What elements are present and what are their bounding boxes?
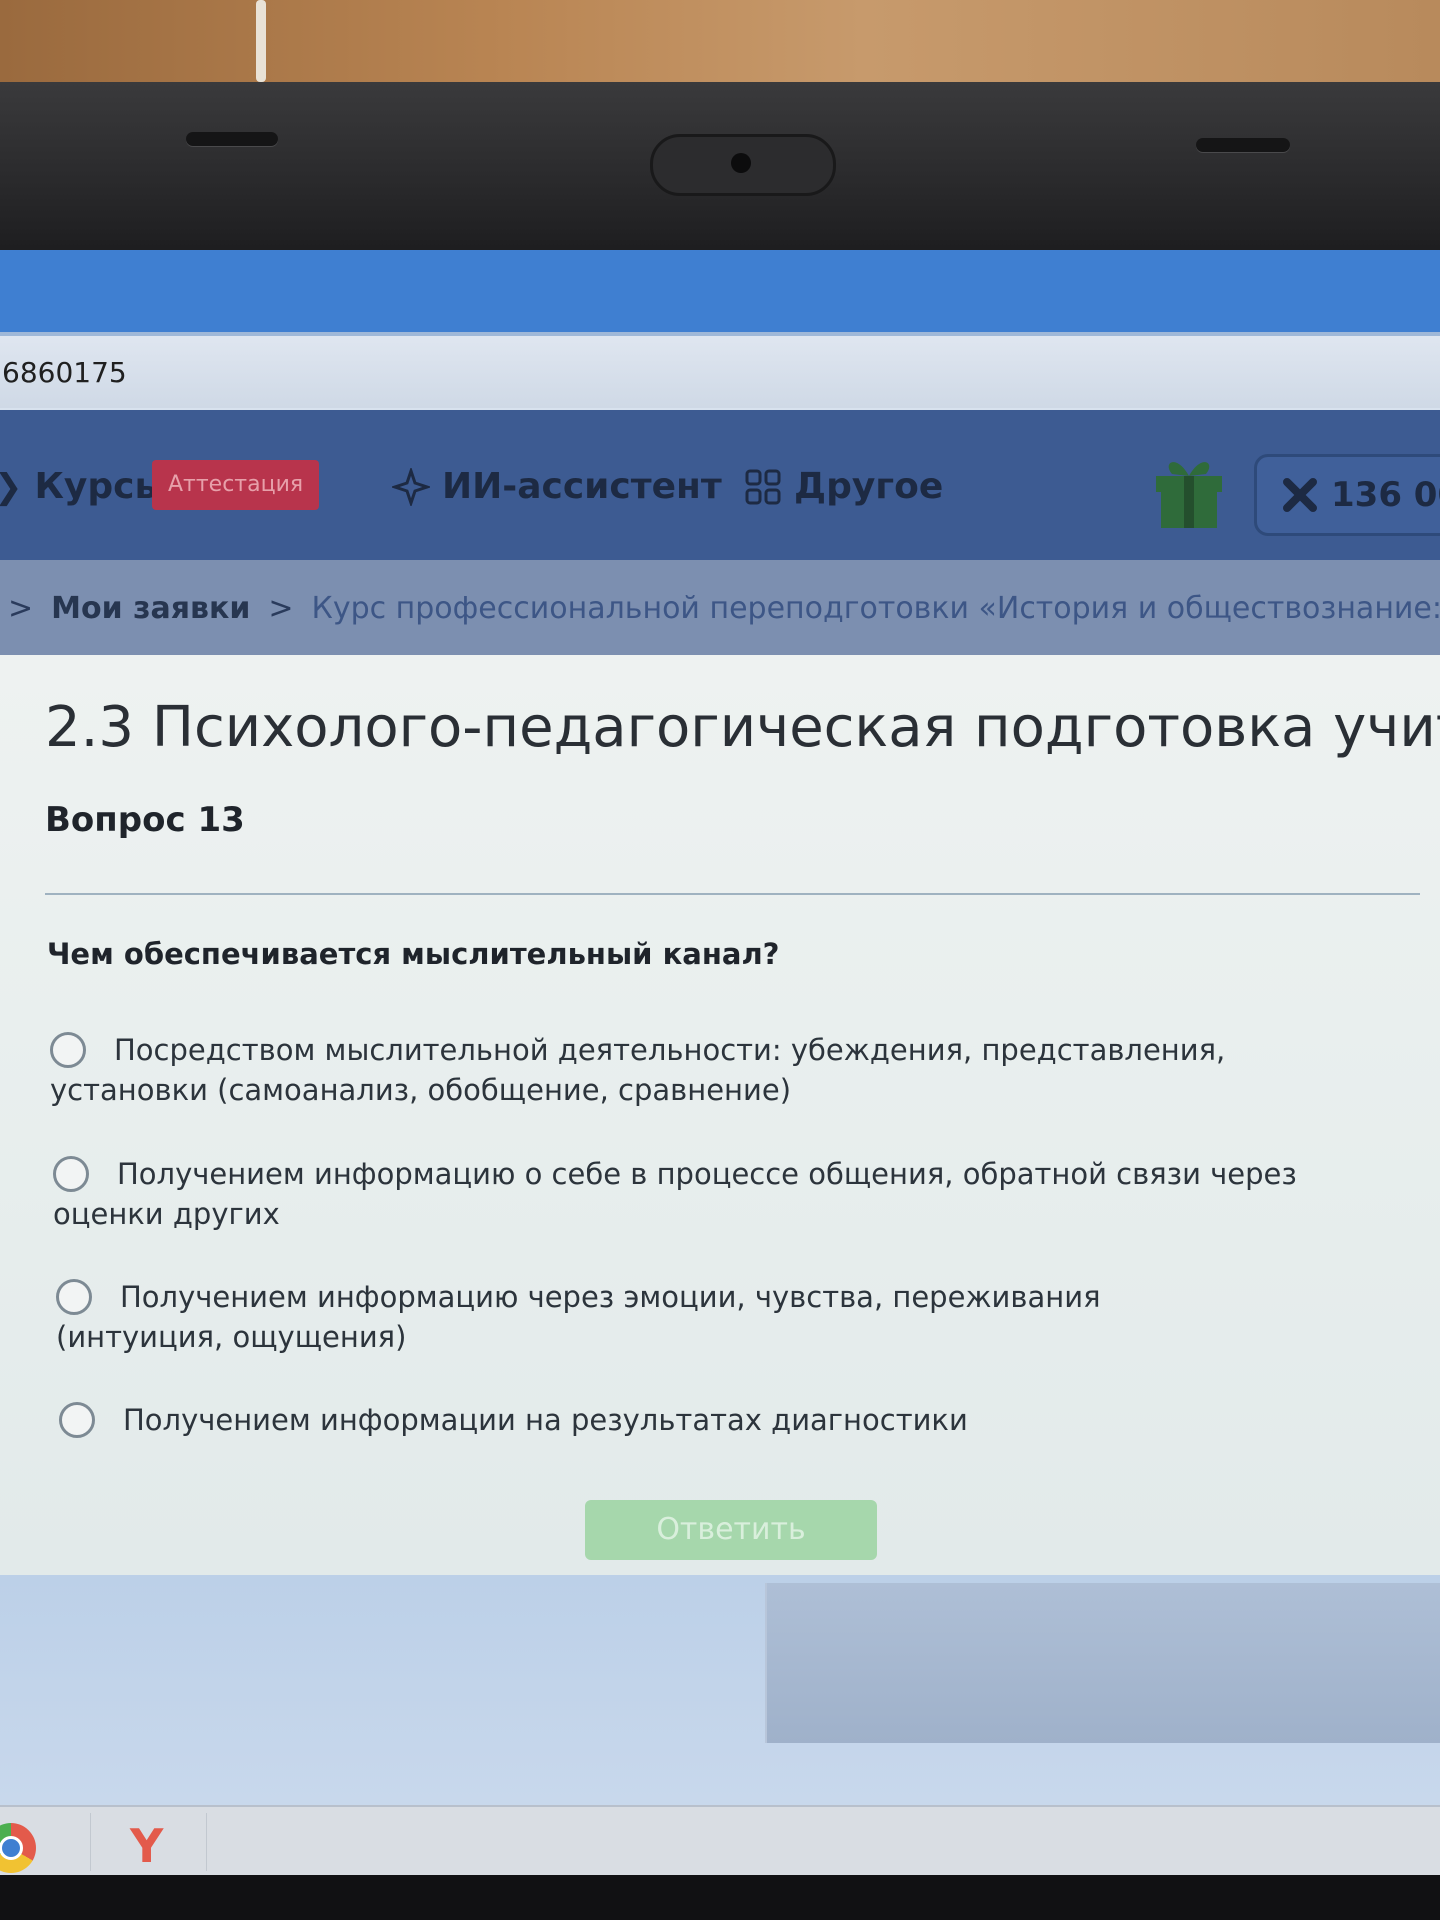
nav-ai-assistant[interactable]: ИИ-ассистент bbox=[392, 466, 722, 507]
yandex-browser-icon: Y bbox=[130, 1819, 164, 1873]
coins-balance[interactable]: 136 00 bbox=[1254, 454, 1440, 536]
nav-other-label: Другое bbox=[794, 466, 944, 507]
answer-option-text: Получением информацию через эмоции, чувс… bbox=[56, 1280, 1101, 1354]
answer-option-text: Посредством мыслительной деятельности: у… bbox=[50, 1033, 1226, 1107]
chevron-right-icon: > bbox=[8, 590, 34, 626]
webcam bbox=[650, 134, 836, 196]
nav-courses[interactable]: ❯ Курсы bbox=[0, 466, 167, 507]
browser-tab-strip bbox=[0, 250, 1440, 332]
nav-other[interactable]: Другое bbox=[744, 466, 943, 507]
page-lower-area bbox=[0, 1575, 1440, 1805]
breadcrumb-my-applications[interactable]: Мои заявки bbox=[51, 591, 250, 626]
submit-button[interactable]: Ответить bbox=[585, 1500, 877, 1560]
coin-icon bbox=[1283, 478, 1317, 512]
chevron-right-icon: > bbox=[268, 590, 294, 626]
screen: 6860175 ❯ Курсы Аттестация ИИ-ассистент … bbox=[0, 250, 1440, 1875]
address-text[interactable]: 6860175 bbox=[2, 356, 127, 389]
nav-courses-label: Курсы bbox=[34, 466, 168, 507]
breadcrumb-course[interactable]: Курс профессиональной переподготовки «Ис… bbox=[312, 591, 1440, 626]
chrome-icon bbox=[0, 1823, 36, 1873]
bezel-mark-right bbox=[1196, 138, 1290, 152]
breadcrumb: > Мои заявки > Курс профессиональной пер… bbox=[0, 560, 1440, 656]
sparkle-icon bbox=[392, 467, 430, 506]
answer-option[interactable]: Получением информации на результатах диа… bbox=[59, 1400, 1389, 1440]
answer-option-text: Получением информации на результатах диа… bbox=[123, 1403, 968, 1437]
chevron-right-icon: ❯ bbox=[0, 467, 23, 507]
bezel-mark-left bbox=[186, 132, 278, 146]
gift-icon[interactable] bbox=[1152, 450, 1226, 530]
cable bbox=[256, 0, 266, 82]
laptop-bezel-bottom bbox=[0, 1875, 1440, 1920]
attestation-badge[interactable]: Аттестация bbox=[152, 460, 320, 510]
answer-option[interactable]: Посредством мыслительной деятельности: у… bbox=[50, 1030, 1380, 1110]
answer-option[interactable]: Получением информацию через эмоции, чувс… bbox=[56, 1277, 1256, 1357]
nav-ai-assistant-label: ИИ-ассистент bbox=[442, 466, 722, 507]
background-wall bbox=[0, 0, 1440, 92]
question-number: Вопрос 13 bbox=[45, 800, 245, 840]
page-title: 2.3 Психолого-педагогическая подготовка … bbox=[45, 695, 1440, 760]
radio-button[interactable] bbox=[50, 1032, 86, 1068]
radio-button[interactable] bbox=[56, 1279, 92, 1315]
video-preview[interactable] bbox=[765, 1583, 1440, 1743]
taskbar: Y bbox=[0, 1805, 1440, 1875]
radio-button[interactable] bbox=[53, 1156, 89, 1192]
answer-option-text: Получением информацию о себе в процессе … bbox=[53, 1157, 1297, 1231]
quiz-panel: 2.3 Психолого-педагогическая подготовка … bbox=[0, 655, 1440, 1575]
taskbar-chrome[interactable] bbox=[0, 1813, 91, 1873]
webcam-lens bbox=[731, 153, 751, 173]
answer-option[interactable]: Получением информацию о себе в процессе … bbox=[53, 1154, 1383, 1234]
grid-icon bbox=[745, 469, 781, 504]
taskbar-yandex[interactable]: Y bbox=[90, 1813, 207, 1873]
divider bbox=[45, 893, 1420, 895]
radio-button[interactable] bbox=[59, 1402, 95, 1438]
coins-value: 136 00 bbox=[1331, 475, 1440, 515]
question-text: Чем обеспечивается мыслительный канал? bbox=[47, 937, 780, 971]
address-bar[interactable]: 6860175 bbox=[0, 332, 1440, 408]
site-nav: ❯ Курсы Аттестация ИИ-ассистент Другое bbox=[0, 410, 1440, 560]
